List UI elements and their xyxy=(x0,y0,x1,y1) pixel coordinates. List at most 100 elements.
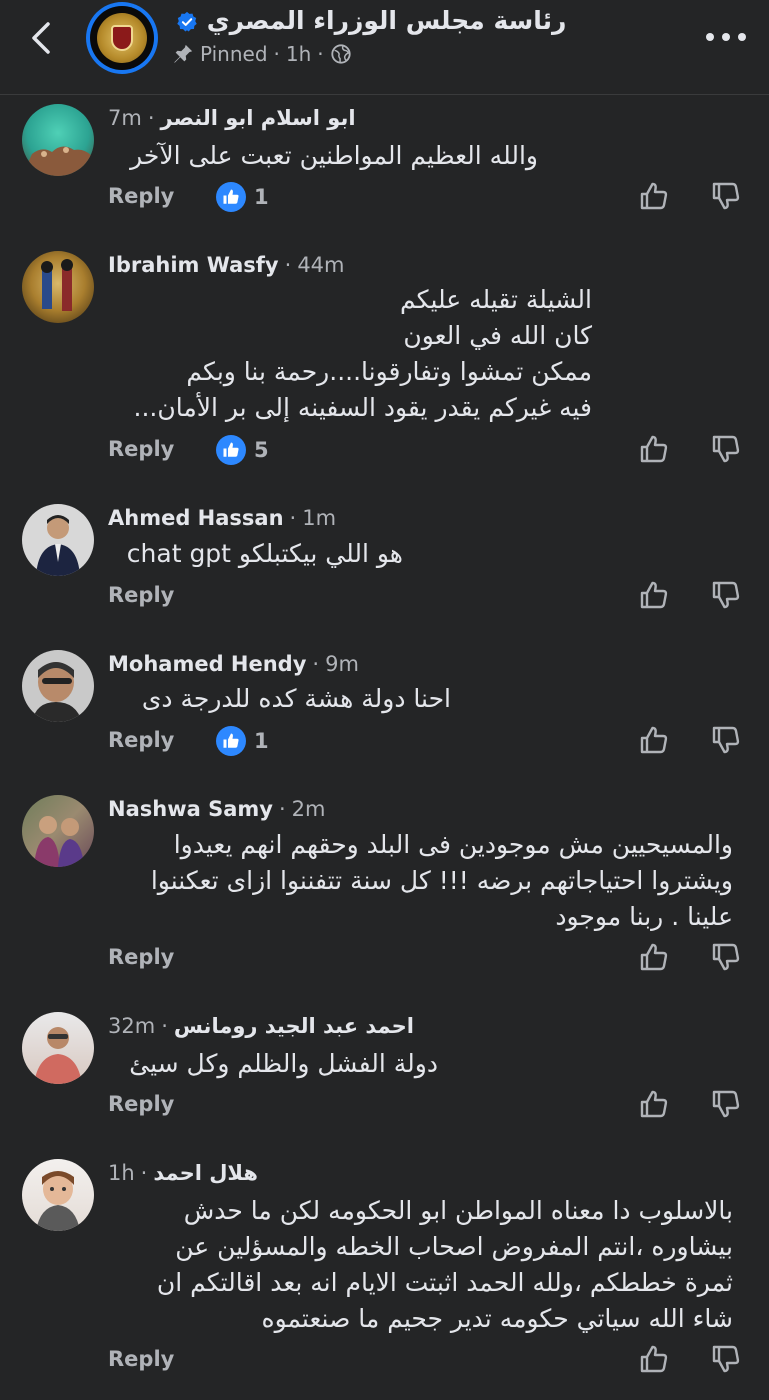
comment-text: بالاسلوب دا معناه المواطن ابو الحكومه لك… xyxy=(157,1193,733,1337)
thumb-up-icon[interactable] xyxy=(638,1088,670,1120)
comment-text-line: بيشاوره ،انتم المفروض اصحاب الخطه والمسؤ… xyxy=(175,1232,733,1261)
separator-dot: · xyxy=(273,42,280,66)
verified-badge-icon xyxy=(177,11,197,32)
comment-text-line: ثمرة خططكم ،ولله الحمد اثبتت الايام انه … xyxy=(156,1268,733,1297)
comment-actions: Reply 5 xyxy=(108,435,748,467)
comment-text: والمسيحيين مش موجودين فى البلد وحقهم انه… xyxy=(151,827,733,935)
reply-button[interactable]: Reply xyxy=(108,437,174,461)
back-button[interactable] xyxy=(24,18,60,58)
reaction-summary[interactable]: 1 xyxy=(216,726,269,756)
comment-author-line: 1h · هلال احمد xyxy=(108,1161,258,1185)
page-avatar[interactable] xyxy=(86,2,158,74)
thumb-down-icon[interactable] xyxy=(710,724,742,756)
comment-actions: Reply xyxy=(108,1345,748,1377)
post-meta: Pinned · 1h · xyxy=(172,42,352,66)
thumb-down-icon[interactable] xyxy=(710,941,742,973)
comment-author[interactable]: Mohamed Hendy xyxy=(108,652,306,676)
more-options-button[interactable] xyxy=(706,22,746,52)
comment-author[interactable]: Nashwa Samy xyxy=(108,797,273,821)
reaction-count: 1 xyxy=(254,729,269,753)
comment-text: احنا دولة هشة كده للدرجة دى xyxy=(142,681,451,717)
comment-author-line: 7m · ابو اسلام ابو النصر xyxy=(108,106,356,130)
comment-time[interactable]: 7m xyxy=(108,106,142,130)
comment-time[interactable]: 1m xyxy=(302,506,336,530)
back-chevron-icon xyxy=(32,22,50,54)
comment-text-line: والمسيحيين مش موجودين فى البلد وحقهم انه… xyxy=(173,830,733,859)
comment-author-line: Ibrahim Wasfy · 44m xyxy=(108,253,345,277)
government-seal-logo xyxy=(97,13,147,63)
comment-actions: Reply xyxy=(108,943,748,975)
comment-text-line: كان الله في العون xyxy=(403,321,592,350)
commenter-avatar[interactable] xyxy=(22,251,94,323)
thumb-up-icon[interactable] xyxy=(638,724,670,756)
comment-time[interactable]: 1h xyxy=(108,1161,135,1185)
like-reaction-icon xyxy=(216,726,246,756)
reaction-summary[interactable]: 1 xyxy=(216,182,269,212)
post-header: رئاسة مجلس الوزراء المصري Pinned · 1h · xyxy=(0,0,769,95)
comment-text: الشيلة تقيله عليكم كان الله في العون ممك… xyxy=(134,282,593,426)
separator-dot: · xyxy=(278,797,286,821)
separator-dot: · xyxy=(147,106,155,130)
separator-dot: · xyxy=(317,42,324,66)
globe-icon xyxy=(331,44,351,64)
pinned-label: Pinned xyxy=(200,42,268,66)
page-name-row[interactable]: رئاسة مجلس الوزراء المصري xyxy=(172,6,566,35)
comment-text-line: والله العظيم المواطنين تعبت على الآخر xyxy=(130,141,538,170)
comment-text-line: بالاسلوب دا معناه المواطن ابو الحكومه لك… xyxy=(183,1196,733,1225)
comment-actions: Reply xyxy=(108,581,748,613)
comment-time[interactable]: 2m xyxy=(292,797,326,821)
thumb-up-icon[interactable] xyxy=(638,180,670,212)
reply-button[interactable]: Reply xyxy=(108,184,174,208)
commenter-avatar[interactable] xyxy=(22,795,94,867)
thumb-down-icon[interactable] xyxy=(710,579,742,611)
thumb-up-icon[interactable] xyxy=(638,579,670,611)
comment-text-line: دولة الفشل والظلم وكل سيئ xyxy=(129,1049,438,1078)
commenter-avatar[interactable] xyxy=(22,104,94,176)
commenter-avatar[interactable] xyxy=(22,1159,94,1231)
reply-button[interactable]: Reply xyxy=(108,583,174,607)
page-name[interactable]: رئاسة مجلس الوزراء المصري xyxy=(207,6,567,35)
commenter-avatar[interactable] xyxy=(22,504,94,576)
reaction-summary[interactable]: 5 xyxy=(216,435,269,465)
commenter-avatar[interactable] xyxy=(22,1012,94,1084)
commenter-avatar[interactable] xyxy=(22,650,94,722)
separator-dot: · xyxy=(289,506,297,530)
comment-time[interactable]: 9m xyxy=(325,652,359,676)
comment-text: والله العظيم المواطنين تعبت على الآخر xyxy=(130,138,538,174)
comment-author-line: Mohamed Hendy · 9m xyxy=(108,652,359,676)
thumb-down-icon[interactable] xyxy=(710,180,742,212)
thumb-down-icon[interactable] xyxy=(710,1088,742,1120)
comment-author[interactable]: Ahmed Hassan xyxy=(108,506,284,530)
comment-author[interactable]: هلال احمد xyxy=(153,1161,258,1185)
separator-dot: · xyxy=(312,652,320,676)
reply-button[interactable]: Reply xyxy=(108,1347,174,1371)
thumb-up-icon[interactable] xyxy=(638,941,670,973)
comment-text-line: هو اللي بيكتبلكو chat gpt xyxy=(126,539,403,568)
reply-button[interactable]: Reply xyxy=(108,945,174,969)
thumb-up-icon[interactable] xyxy=(638,1343,670,1375)
comment-author[interactable]: ابو اسلام ابو النصر xyxy=(161,106,356,130)
comment-time[interactable]: 32m xyxy=(108,1014,155,1038)
post-time: 1h xyxy=(285,42,312,66)
separator-dot: · xyxy=(284,253,292,277)
reaction-count: 5 xyxy=(254,438,269,462)
comment-time[interactable]: 44m xyxy=(297,253,344,277)
reaction-count: 1 xyxy=(254,185,269,209)
comment-text: هو اللي بيكتبلكو chat gpt xyxy=(127,536,403,572)
thumb-down-icon[interactable] xyxy=(710,1343,742,1375)
more-dots-icon xyxy=(706,33,714,41)
comment-actions: Reply 1 xyxy=(108,726,748,758)
comment-actions: Reply xyxy=(108,1090,748,1122)
comment-text-line: شاء الله سياتي حكومه تدير جحيم ما صنعتمو… xyxy=(261,1304,733,1333)
reply-button[interactable]: Reply xyxy=(108,1092,174,1116)
separator-dot: · xyxy=(140,1161,148,1185)
comment-author[interactable]: Ibrahim Wasfy xyxy=(108,253,279,277)
comment-text-line: الشيلة تقيله عليكم xyxy=(400,285,592,314)
thumb-up-icon[interactable] xyxy=(638,433,670,465)
comment-author[interactable]: احمد عبد الجيد رومانس xyxy=(174,1014,414,1038)
thumb-down-icon[interactable] xyxy=(710,433,742,465)
comment-author-line: Nashwa Samy · 2m xyxy=(108,797,325,821)
comment-text: دولة الفشل والظلم وكل سيئ xyxy=(129,1046,438,1082)
reply-button[interactable]: Reply xyxy=(108,728,174,752)
comment-author-line: 32m · احمد عبد الجيد رومانس xyxy=(108,1014,414,1038)
